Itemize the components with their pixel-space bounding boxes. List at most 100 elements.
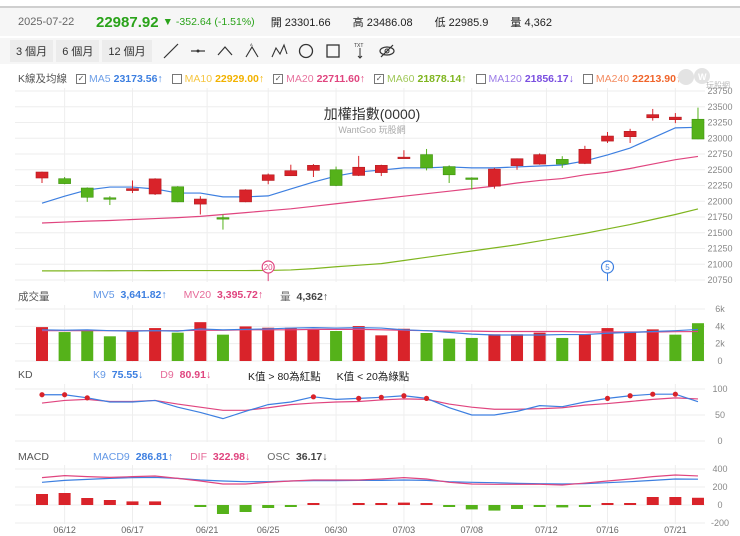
osc-bar (601, 503, 614, 505)
macd-legend: MACD9 286.81↑ DIF 322.98↓ OSC 36.17↓ (93, 451, 345, 463)
price-tick-label: 21750 (707, 212, 732, 222)
osc-bar (443, 505, 456, 507)
volume-bar (375, 335, 388, 361)
price-tick-label: 23250 (707, 118, 732, 128)
volume-bar (330, 331, 343, 361)
candle-body (103, 197, 117, 200)
x-tick-label: 06/30 (325, 525, 348, 535)
k-overbought-dot (650, 391, 656, 397)
candle-body (352, 166, 365, 176)
candle-body (307, 165, 320, 171)
volume-bar (352, 326, 365, 361)
k-overbought-dot (310, 394, 317, 400)
volume-header: 成交量 (18, 289, 53, 304)
k-overbought-dot (84, 395, 90, 401)
legend-value: 4,362 (296, 291, 323, 303)
volume-bar (646, 329, 659, 361)
candle-body (239, 189, 252, 203)
osc-bar (533, 505, 546, 507)
legend-name: MV20 (183, 289, 212, 301)
volume-bar (511, 334, 524, 361)
legend-arrow: ↑ (161, 289, 167, 301)
legend-arrow: ↓ (138, 369, 144, 381)
legend-value: 80.91 (179, 369, 206, 381)
mv5-line (41, 327, 699, 336)
volume-bar (488, 334, 501, 361)
volume-bar (81, 329, 94, 361)
legend-name: DIF (190, 451, 207, 463)
legend-d9: D9 80.91↓ (160, 369, 214, 381)
legend-name: MACD9 (93, 451, 130, 463)
volume-bar (126, 330, 139, 361)
price-tick-label: 23000 (707, 133, 732, 143)
legend-name: K9 (93, 369, 106, 381)
candle-body (261, 174, 275, 181)
macd-title: MACD (18, 451, 49, 463)
volume-bar (36, 327, 48, 361)
price-tick-label: 21000 (707, 259, 732, 269)
osc-bar (556, 505, 569, 508)
legend-name: MV5 (93, 289, 115, 301)
volume-bar (443, 338, 456, 361)
x-tick-label: 07/21 (664, 525, 687, 535)
candle-body (691, 118, 705, 140)
candle-body (533, 154, 546, 165)
volume-bar (556, 337, 569, 361)
candle-body (420, 154, 433, 169)
kd-note-green: K值 < 20為綠點 (336, 371, 410, 383)
volume-bar (216, 334, 229, 361)
x-tick-label: 06/25 (257, 525, 280, 535)
volume-bar (194, 322, 207, 361)
kd-header: KD (18, 369, 36, 381)
kd-legend: K9 75.55↓ D9 80.91↓ (93, 369, 228, 381)
volume-bar (239, 326, 252, 361)
candle-body (374, 165, 388, 173)
candle-body (58, 178, 71, 184)
legend-dif: DIF 322.98↓ (190, 451, 253, 463)
osc-bar (36, 494, 48, 505)
marker-label: 20 (264, 263, 273, 272)
candle-body (578, 148, 592, 164)
price-tick-label: 23500 (707, 102, 732, 112)
2.yticks-tick-label: 100 (712, 384, 727, 394)
k-overbought-dot (423, 395, 430, 401)
volume-bar (397, 328, 410, 361)
price-tick-label: 20750 (707, 275, 732, 285)
macd-header: MACD (18, 451, 52, 463)
legend-k9: K9 75.55↓ (93, 369, 146, 381)
legend-name: OSC (267, 451, 291, 463)
volume-title: 成交量 (18, 291, 50, 303)
volume-bar (624, 332, 637, 361)
osc-bar (307, 503, 320, 505)
candle-body (148, 178, 162, 195)
chart-title: 加權指數(0000) (324, 106, 420, 122)
k-overbought-dot (627, 393, 633, 399)
price-tick-label: 21250 (707, 244, 732, 254)
legend-name: D9 (160, 369, 174, 381)
1.yticks-tick-label: 2k (715, 339, 725, 349)
candle-body (669, 116, 682, 120)
volume-bar (669, 334, 682, 361)
candle-body (465, 177, 479, 180)
legend-量: 量 4,362↑ (280, 289, 331, 304)
3.yticks-tick-label: 0 (717, 500, 722, 510)
osc-bar (81, 498, 94, 505)
osc-bar (149, 501, 162, 505)
osc-bar (691, 497, 704, 505)
marker-label: 5 (605, 263, 610, 272)
legend-mv20: MV20 3,395.72↑ (184, 289, 266, 304)
candle-body (329, 169, 343, 186)
candle-body (194, 198, 207, 205)
legend-arrow: ↑ (322, 291, 329, 303)
osc-bar (669, 497, 682, 505)
legend-osc: OSC 36.17↓ (267, 451, 330, 463)
x-tick-label: 07/08 (461, 525, 484, 535)
volume-bar (465, 337, 478, 361)
candle-body (80, 187, 94, 198)
candle-body (488, 168, 501, 187)
osc-bar (58, 493, 71, 505)
macd9-line (41, 476, 698, 485)
candle-body (601, 135, 614, 142)
volume-bar (578, 334, 591, 361)
candle-body (442, 166, 456, 176)
